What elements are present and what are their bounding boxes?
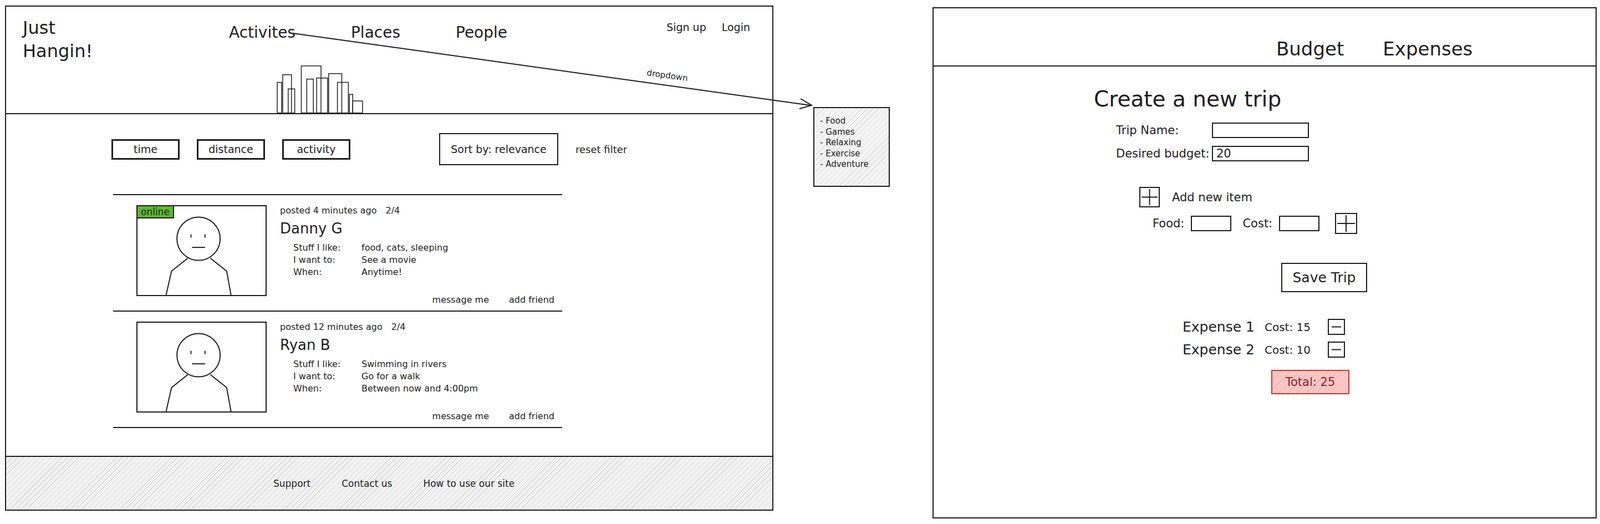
filter-button[interactable]: distance: [196, 139, 266, 160]
footer-link[interactable]: Support: [273, 477, 311, 489]
field-value: See a movie: [361, 254, 563, 266]
profile-photo: [136, 321, 267, 413]
field-label: Stuff I like:: [293, 358, 362, 370]
filter-button[interactable]: activity: [282, 139, 351, 160]
post-time: posted 4 minutes ago: [279, 205, 377, 216]
canvas: dropdown JustHangin!Activites Places People…: [0, 0, 1600, 524]
footer: Support Contact us How to use our site: [6, 455, 773, 510]
item-field-input[interactable]: [1279, 215, 1320, 232]
dropdown-item[interactable]: - Exercise: [819, 148, 884, 160]
post-fields: Stuff I like:Swimming in riversI want to…: [293, 358, 563, 394]
main-content: time distance activity Sort by: relevance re…: [6, 114, 773, 428]
post-name[interactable]: Danny G: [279, 220, 563, 237]
person-icon: [137, 206, 266, 295]
auth-link[interactable]: Sign up: [666, 21, 707, 34]
auth-links: Sign up Login: [666, 16, 751, 34]
post-action-link[interactable]: message me: [432, 410, 489, 422]
field-label: When:: [293, 383, 362, 394]
trip-form: Trip Name: Desired budget:: [1116, 122, 1309, 162]
dropdown-item[interactable]: - Games: [819, 126, 884, 139]
minus-icon[interactable]: [1327, 318, 1345, 335]
trip-header: Budget Expenses: [933, 8, 1596, 67]
trip-frame: Budget Expenses Create a new trip Trip Name…: [932, 7, 1597, 519]
post-count: 2/4: [391, 321, 406, 333]
trip-nav-item[interactable]: Expenses: [1382, 37, 1473, 60]
footer-link[interactable]: Contact us: [341, 477, 392, 489]
auth-link[interactable]: Login: [721, 21, 751, 34]
expense-cost: Cost: 15: [1264, 320, 1328, 334]
post-time: posted 12 minutes ago: [279, 321, 383, 333]
post-meta: posted 12 minutes ago 2/4: [279, 321, 563, 333]
post-count: 2/4: [385, 205, 401, 216]
trip-field-label: Desired budget:: [1116, 146, 1212, 161]
total-box: Total: 25: [1271, 369, 1350, 395]
add-item-label: Add new item: [1172, 190, 1253, 205]
post-fields: Stuff I like:food, cats, sleepingI want …: [293, 242, 563, 278]
field-value: Go for a walk: [361, 370, 563, 382]
post-action-link[interactable]: add friend: [508, 294, 555, 305]
logo-line: Just: [22, 16, 229, 40]
post-action-link[interactable]: message me: [432, 294, 489, 305]
post-card: posted 12 minutes ago 2/4 Ryan B Stuff I li…: [113, 311, 563, 428]
skyline-icon: [275, 62, 367, 114]
field-value: food, cats, sleeping: [361, 242, 563, 253]
post-name[interactable]: Ryan B: [279, 336, 563, 354]
expense-row: Expense 2Cost: 10: [1182, 341, 1345, 358]
trip-field-input[interactable]: [1211, 122, 1309, 139]
expense-name: Expense 2: [1182, 341, 1265, 358]
footer-link[interactable]: How to use our site: [423, 477, 515, 489]
online-badge: online: [136, 205, 175, 219]
expense-cost: Cost: 10: [1264, 343, 1328, 357]
post-card: online posted 4 minutes ago 2/4 Danny G Stuf…: [113, 195, 563, 312]
header: JustHangin!Activites Places People Sign up L…: [6, 6, 773, 115]
trip-nav-item[interactable]: Budget: [1276, 37, 1344, 60]
add-item-row: Add new item: [1139, 186, 1253, 208]
activities-dropdown: - Food- Games- Relaxing- Exercise- Adven…: [813, 106, 890, 187]
dropdown-item[interactable]: - Adventure: [819, 159, 884, 171]
filter-bar: time distance activity Sort by: relevance re…: [111, 133, 773, 166]
main-nav: Activites Places People: [228, 16, 508, 42]
post-meta: posted 4 minutes ago 2/4: [279, 205, 563, 216]
field-label: I want to:: [293, 370, 362, 382]
expense-list: Expense 1Cost: 15 Expense 2Cost: 10: [1182, 318, 1345, 358]
reset-filter-link[interactable]: reset filter: [575, 143, 628, 156]
sort-button[interactable]: Sort by: relevance: [439, 133, 559, 166]
dropdown-item[interactable]: - Relaxing: [819, 137, 884, 149]
dropdown-item[interactable]: - Food: [819, 115, 884, 127]
dropdown-arrow-icon: [0, 0, 1600, 524]
dropdown-annotation: dropdown: [645, 67, 689, 84]
homepage-frame: JustHangin!Activites Places People Sign up L…: [4, 5, 774, 511]
expense-name: Expense 1: [1182, 318, 1265, 335]
field-value: Anytime!: [361, 266, 563, 278]
nav-item[interactable]: People: [455, 23, 508, 42]
field-label: Stuff I like:: [293, 242, 362, 253]
item-field-label: Cost:: [1242, 216, 1273, 231]
minus-icon[interactable]: [1327, 341, 1345, 358]
nav-item[interactable]: Places: [350, 23, 401, 42]
trip-field-label: Trip Name:: [1116, 123, 1212, 137]
logo[interactable]: JustHangin!: [22, 16, 229, 63]
plus-icon[interactable]: [1139, 186, 1160, 208]
expense-row: Expense 1Cost: 15: [1182, 318, 1345, 335]
item-field-label: Food:: [1152, 216, 1185, 231]
post-actions: message me add friend: [279, 294, 563, 305]
filter-button[interactable]: time: [111, 139, 180, 160]
post-list: online posted 4 minutes ago 2/4 Danny G Stuf…: [113, 194, 563, 428]
item-field-input[interactable]: [1190, 215, 1232, 232]
plus-icon[interactable]: [1334, 212, 1358, 234]
field-value: Swimming in rivers: [361, 358, 563, 370]
trip-title: Create a new trip: [1093, 86, 1282, 112]
post-actions: message me add friend: [279, 410, 563, 422]
nav-item[interactable]: Activites: [228, 23, 296, 42]
field-label: I want to:: [293, 254, 362, 266]
item-row: Food: Cost:: [1152, 212, 1358, 234]
profile-photo: online: [136, 205, 267, 297]
save-trip-button[interactable]: Save Trip: [1281, 262, 1368, 293]
trip-field-input[interactable]: [1211, 145, 1309, 162]
field-value: Between now and 4:00pm: [361, 383, 563, 394]
person-icon: [137, 322, 266, 412]
logo-line: Hangin!: [22, 39, 229, 64]
post-action-link[interactable]: add friend: [508, 410, 555, 422]
field-label: When:: [293, 266, 362, 278]
